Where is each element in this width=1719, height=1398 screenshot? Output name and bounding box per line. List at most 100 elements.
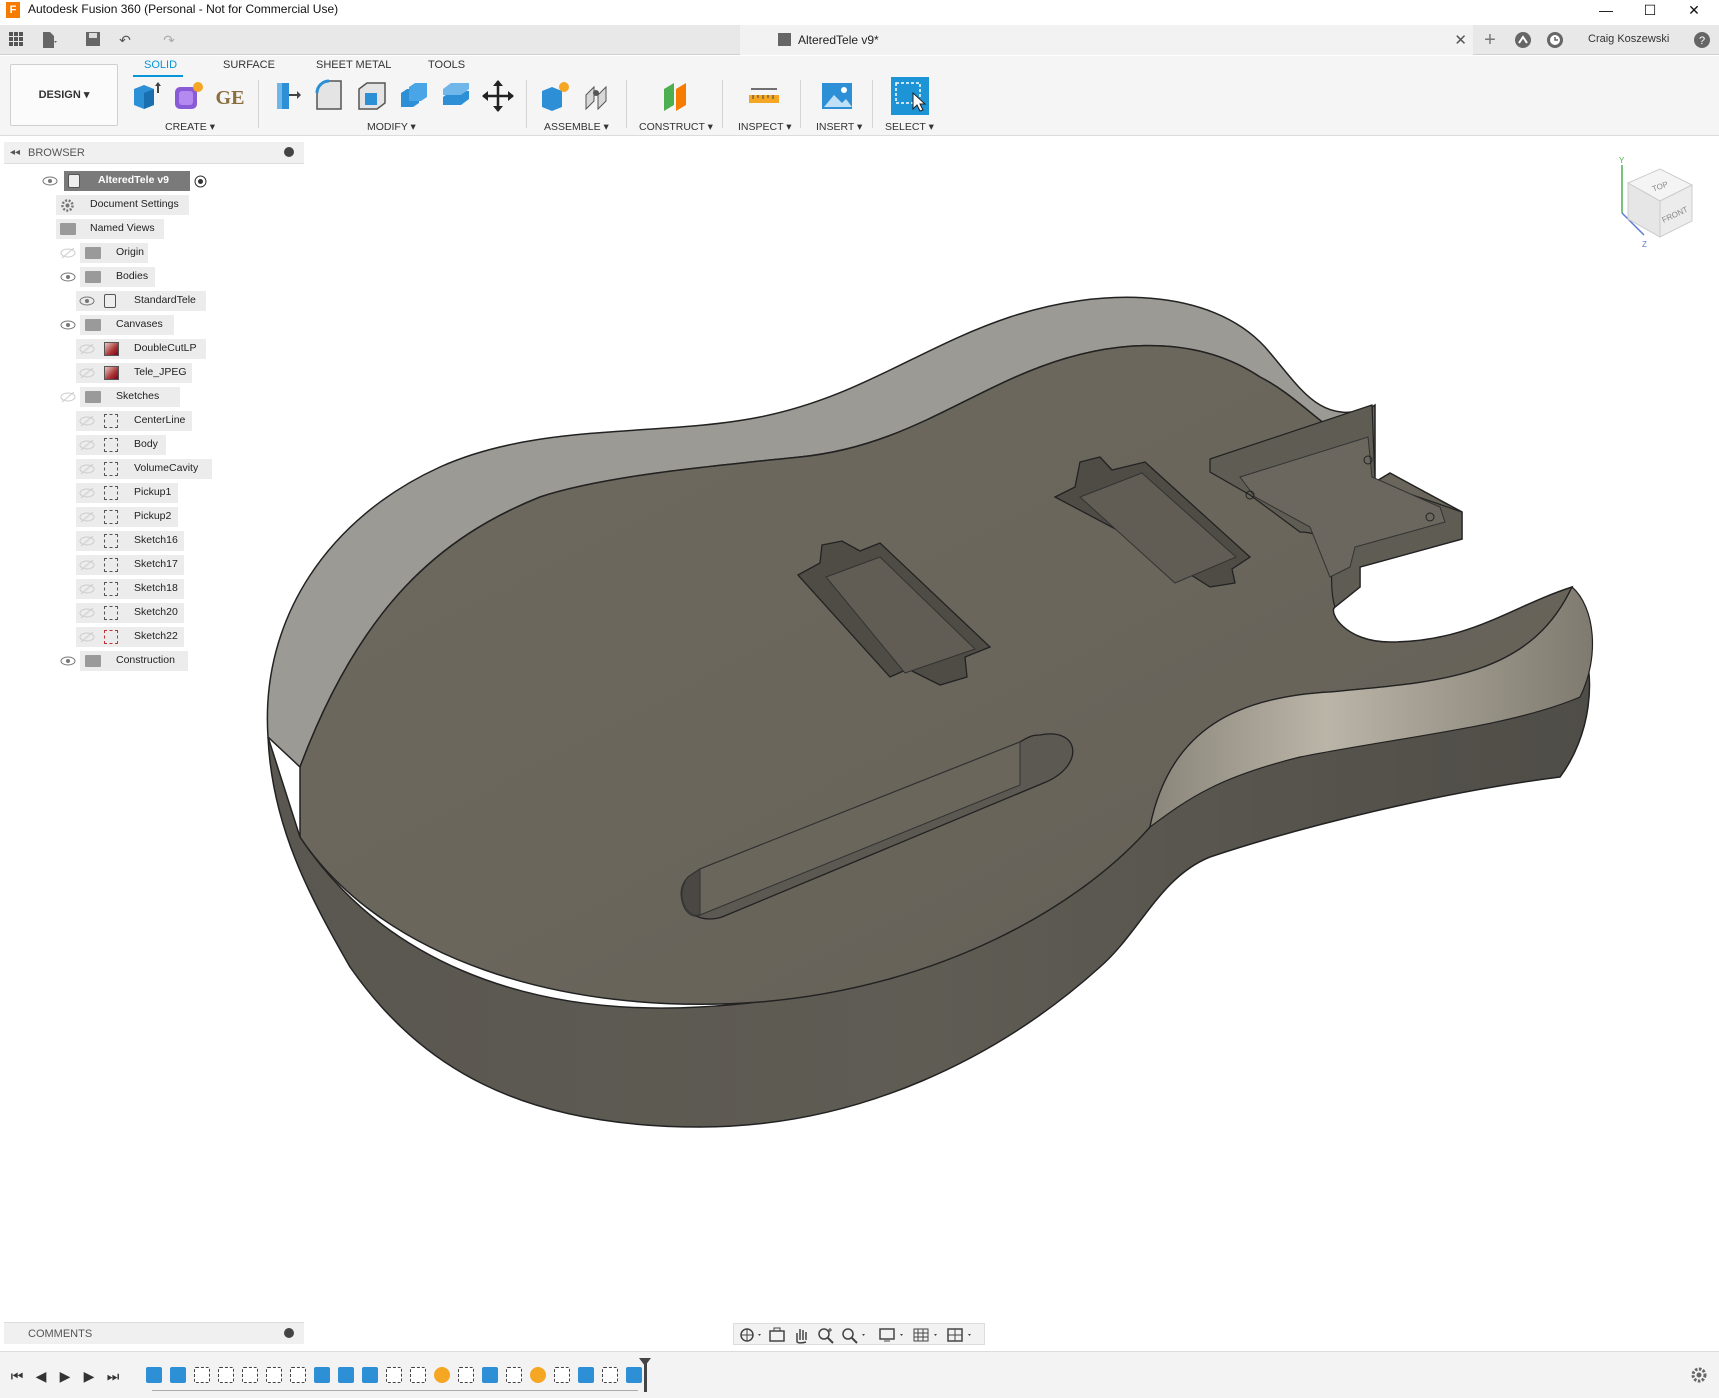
tree-item-sketch[interactable]: Pickup2: [0, 507, 210, 527]
timeline-sketch-feature[interactable]: [458, 1367, 474, 1383]
tree-item-doublecutlp[interactable]: DoubleCutLP: [0, 339, 210, 359]
maximize-button[interactable]: ☐: [1628, 0, 1672, 22]
go-to-start-icon[interactable]: ⏮: [8, 1367, 26, 1385]
hidden-eye-icon[interactable]: [79, 366, 95, 380]
new-component-icon[interactable]: [130, 79, 164, 113]
tree-item-sketch[interactable]: Sketch17: [0, 555, 210, 575]
tree-item-sketch[interactable]: CenterLine: [0, 411, 210, 431]
comments-panel[interactable]: COMMENTS: [4, 1322, 304, 1344]
save-icon[interactable]: [84, 31, 102, 49]
hidden-eye-icon[interactable]: [79, 342, 95, 356]
timeline-sketch-feature[interactable]: [218, 1367, 234, 1383]
help-icon[interactable]: ?: [1693, 31, 1711, 49]
create-form-icon[interactable]: [171, 79, 205, 113]
visibility-eye-icon[interactable]: [60, 654, 76, 668]
create-menu[interactable]: CREATE ▾: [165, 121, 215, 133]
timeline-canvas-feature[interactable]: [146, 1367, 162, 1383]
offset-face-icon[interactable]: [439, 79, 473, 113]
pan-hand-icon[interactable]: [792, 1326, 810, 1344]
tree-item-origin[interactable]: Origin: [0, 243, 200, 263]
visibility-eye-icon[interactable]: [79, 294, 95, 308]
notifications-clock-icon[interactable]: [1546, 31, 1564, 49]
tree-item-sketch[interactable]: Body: [0, 435, 210, 455]
timeline-marker-head[interactable]: [639, 1358, 651, 1366]
look-at-icon[interactable]: [768, 1326, 786, 1344]
shell-icon[interactable]: [355, 79, 389, 113]
orbit-icon[interactable]: [738, 1326, 764, 1344]
joint-icon[interactable]: [580, 79, 614, 113]
hidden-eye-icon[interactable]: [79, 630, 95, 644]
hidden-eye-icon[interactable]: [79, 414, 95, 428]
zoom-icon[interactable]: [816, 1326, 836, 1344]
view-cube[interactable]: TOP FRONT Y Z: [1608, 155, 1708, 265]
tree-item-tele-jpeg[interactable]: Tele_JPEG: [0, 363, 210, 383]
collapse-browser-icon[interactable]: ◂◂: [10, 147, 20, 158]
tab-surface[interactable]: SURFACE: [223, 59, 275, 71]
timeline-settings-gear-icon[interactable]: [1690, 1366, 1708, 1384]
go-to-end-icon[interactable]: ⏭: [104, 1367, 122, 1385]
offset-plane-icon[interactable]: [658, 79, 692, 113]
timeline-sketch-feature[interactable]: [410, 1367, 426, 1383]
tree-item-sketches[interactable]: Sketches: [0, 387, 200, 407]
tree-item-standardtele[interactable]: StandardTele: [0, 291, 210, 311]
close-tab-button[interactable]: ✕: [1454, 31, 1467, 49]
tab-sheet-metal[interactable]: SHEET METAL: [316, 59, 391, 71]
combine-icon[interactable]: [397, 79, 431, 113]
modify-menu[interactable]: MODIFY ▾: [367, 121, 416, 133]
inspect-menu[interactable]: INSPECT ▾: [738, 121, 792, 133]
press-pull-icon[interactable]: [271, 79, 305, 113]
viewports-icon[interactable]: [946, 1326, 976, 1344]
hidden-eye-icon[interactable]: [79, 462, 95, 476]
timeline-extrude-feature[interactable]: [338, 1367, 354, 1383]
timeline-sketch-feature[interactable]: [386, 1367, 402, 1383]
tree-item-sketch[interactable]: Sketch16: [0, 531, 210, 551]
timeline-fillet-feature[interactable]: [434, 1367, 450, 1383]
ge-addin-icon[interactable]: GE: [213, 79, 247, 113]
display-settings-icon[interactable]: [878, 1326, 908, 1344]
workspace-switcher-button[interactable]: DESIGN ▾: [10, 64, 118, 126]
tab-tools[interactable]: TOOLS: [428, 59, 465, 71]
undo-icon[interactable]: ↶: [116, 31, 134, 49]
move-copy-icon[interactable]: [481, 79, 515, 113]
hidden-eye-icon[interactable]: [79, 534, 95, 548]
browser-options-icon[interactable]: [284, 147, 294, 157]
document-tab[interactable]: AlteredTele v9* ✕: [740, 25, 1473, 55]
timeline-extrude-feature[interactable]: [626, 1367, 642, 1383]
step-forward-icon[interactable]: ▶: [80, 1367, 98, 1385]
tree-item-canvases[interactable]: Canvases: [0, 315, 200, 335]
timeline-extrude-feature[interactable]: [314, 1367, 330, 1383]
timeline-sketch-feature[interactable]: [242, 1367, 258, 1383]
minimize-button[interactable]: —: [1584, 0, 1628, 22]
insert-menu[interactable]: INSERT ▾: [816, 121, 862, 133]
new-tab-icon[interactable]: +: [1481, 30, 1499, 50]
hidden-eye-icon[interactable]: [79, 606, 95, 620]
tree-item-sketch[interactable]: Sketch22: [0, 627, 210, 647]
tree-item-sketch[interactable]: Sketch20: [0, 603, 210, 623]
tree-item-sketch[interactable]: VolumeCavity: [0, 459, 220, 479]
visibility-eye-icon[interactable]: [60, 318, 76, 332]
construct-menu[interactable]: CONSTRUCT ▾: [639, 121, 713, 133]
hidden-eye-icon[interactable]: [60, 246, 76, 260]
timeline-sketch-feature[interactable]: [602, 1367, 618, 1383]
timeline-fillet-feature[interactable]: [530, 1367, 546, 1383]
add-comment-icon[interactable]: [284, 1328, 294, 1338]
visibility-eye-icon[interactable]: [42, 174, 58, 188]
activate-component-icon[interactable]: [194, 175, 207, 188]
hidden-eye-icon[interactable]: [60, 390, 76, 404]
timeline-sketch-feature[interactable]: [266, 1367, 282, 1383]
new-component-assemble-icon[interactable]: [538, 79, 572, 113]
tab-solid[interactable]: SOLID: [144, 59, 177, 71]
window-select-icon[interactable]: [891, 77, 929, 115]
tree-item-bodies[interactable]: Bodies: [0, 267, 200, 287]
timeline-extrude-feature[interactable]: [578, 1367, 594, 1383]
job-status-icon[interactable]: [1514, 31, 1532, 49]
measure-icon[interactable]: [747, 79, 781, 113]
3d-viewport[interactable]: [0, 137, 1719, 1349]
tree-item-document-settings[interactable]: Document Settings: [0, 195, 200, 215]
play-icon[interactable]: ▶: [56, 1367, 74, 1385]
grid-settings-icon[interactable]: [912, 1326, 942, 1344]
assemble-menu[interactable]: ASSEMBLE ▾: [544, 121, 609, 133]
tree-item-named-views[interactable]: Named Views: [0, 219, 200, 239]
hidden-eye-icon[interactable]: [79, 438, 95, 452]
timeline-extrude-feature[interactable]: [482, 1367, 498, 1383]
